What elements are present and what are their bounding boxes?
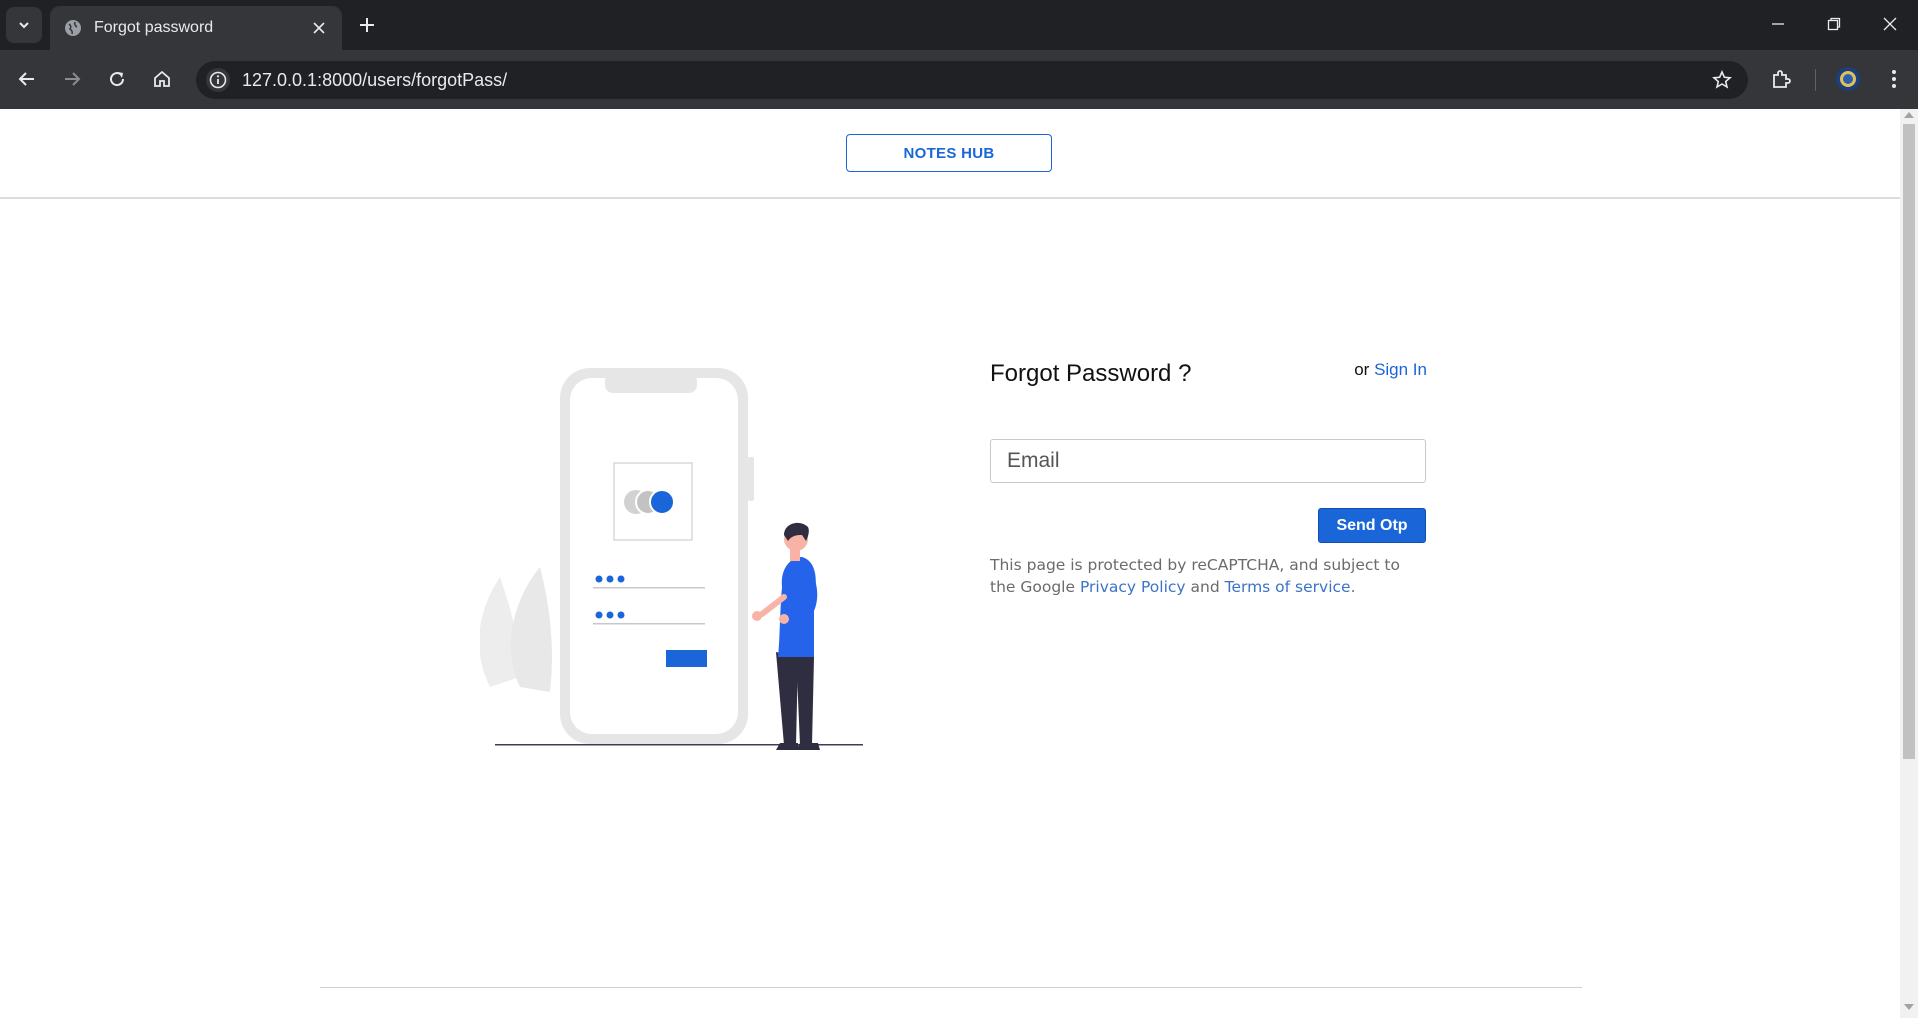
phone-submit-block xyxy=(666,650,707,667)
browser-toolbar: 127.0.0.1:8000/users/forgotPass/ xyxy=(0,50,1918,109)
forward-button[interactable] xyxy=(54,61,90,97)
send-otp-button[interactable]: Send Otp xyxy=(1318,508,1426,543)
restore-button[interactable] xyxy=(1812,8,1856,40)
person-figure xyxy=(752,522,820,750)
globe-icon xyxy=(65,20,81,36)
browser-menu-button[interactable] xyxy=(1876,61,1912,97)
phone-side-button xyxy=(748,457,754,501)
tab-search-button[interactable] xyxy=(6,7,42,43)
recaptcha-notice: This page is protected by reCAPTCHA, and… xyxy=(990,554,1430,598)
tab-title: Forgot password xyxy=(94,19,214,36)
window-close-button[interactable] xyxy=(1868,8,1912,40)
brand-logo-button[interactable]: NOTES HUB xyxy=(846,134,1052,172)
phone-notch xyxy=(605,373,697,393)
scrollbar-thumb[interactable] xyxy=(1903,124,1915,759)
new-tab-button[interactable] xyxy=(352,10,382,40)
home-button[interactable] xyxy=(144,61,180,97)
footer-divider xyxy=(320,987,1582,988)
chevron-down-icon xyxy=(19,22,29,29)
address-bar[interactable]: 127.0.0.1:8000/users/forgotPass/ xyxy=(196,61,1748,99)
forward-icon xyxy=(65,72,81,86)
restore-icon xyxy=(1827,17,1841,31)
active-tab[interactable]: Forgot password xyxy=(50,6,342,50)
minimize-button[interactable] xyxy=(1756,8,1800,40)
close-icon xyxy=(313,22,325,34)
home-icon xyxy=(154,70,170,87)
leaf-decoration xyxy=(510,567,552,692)
phone-screen xyxy=(570,378,738,734)
scroll-up-arrow-icon[interactable] xyxy=(1904,112,1914,118)
extensions-icon xyxy=(1773,70,1791,88)
back-icon xyxy=(18,72,34,86)
and-text: and xyxy=(1185,578,1225,596)
site-info-button[interactable] xyxy=(206,68,230,92)
or-text: or xyxy=(1354,360,1375,379)
kebab-menu-icon xyxy=(1892,70,1896,88)
reload-button[interactable] xyxy=(99,61,135,97)
sign-in-link[interactable]: Sign In xyxy=(1374,360,1427,379)
form-title: Forgot Password ? xyxy=(990,360,1192,387)
profile-button[interactable] xyxy=(1830,61,1866,97)
info-icon xyxy=(209,71,227,89)
extensions-button[interactable] xyxy=(1763,61,1799,97)
privacy-policy-link[interactable]: Privacy Policy xyxy=(1080,578,1186,596)
signin-prompt: or Sign In xyxy=(1354,360,1427,380)
plus-icon xyxy=(360,18,374,32)
close-tab-button[interactable] xyxy=(306,15,332,41)
notice-period: . xyxy=(1350,578,1356,596)
url-text[interactable]: 127.0.0.1:8000/users/forgotPass/ xyxy=(242,70,507,91)
site-header: NOTES HUB xyxy=(0,109,1900,199)
back-button[interactable] xyxy=(9,61,45,97)
tab-bar: Forgot password xyxy=(0,0,1918,50)
minimize-icon xyxy=(1772,23,1784,25)
page-content: NOTES HUB Forgot Password ? or Sign In E… xyxy=(0,109,1900,1018)
reload-icon xyxy=(110,72,125,87)
toolbar-divider xyxy=(1815,69,1816,91)
star-icon xyxy=(1712,70,1732,89)
terms-of-service-link[interactable]: Terms of service xyxy=(1225,578,1351,596)
profile-icon xyxy=(1836,67,1860,91)
email-input[interactable] xyxy=(990,439,1426,483)
forgot-password-illustration xyxy=(480,368,863,750)
bookmark-button[interactable] xyxy=(1710,68,1734,92)
window-close-icon xyxy=(1883,17,1897,31)
scroll-down-arrow-icon[interactable] xyxy=(1904,1004,1914,1010)
